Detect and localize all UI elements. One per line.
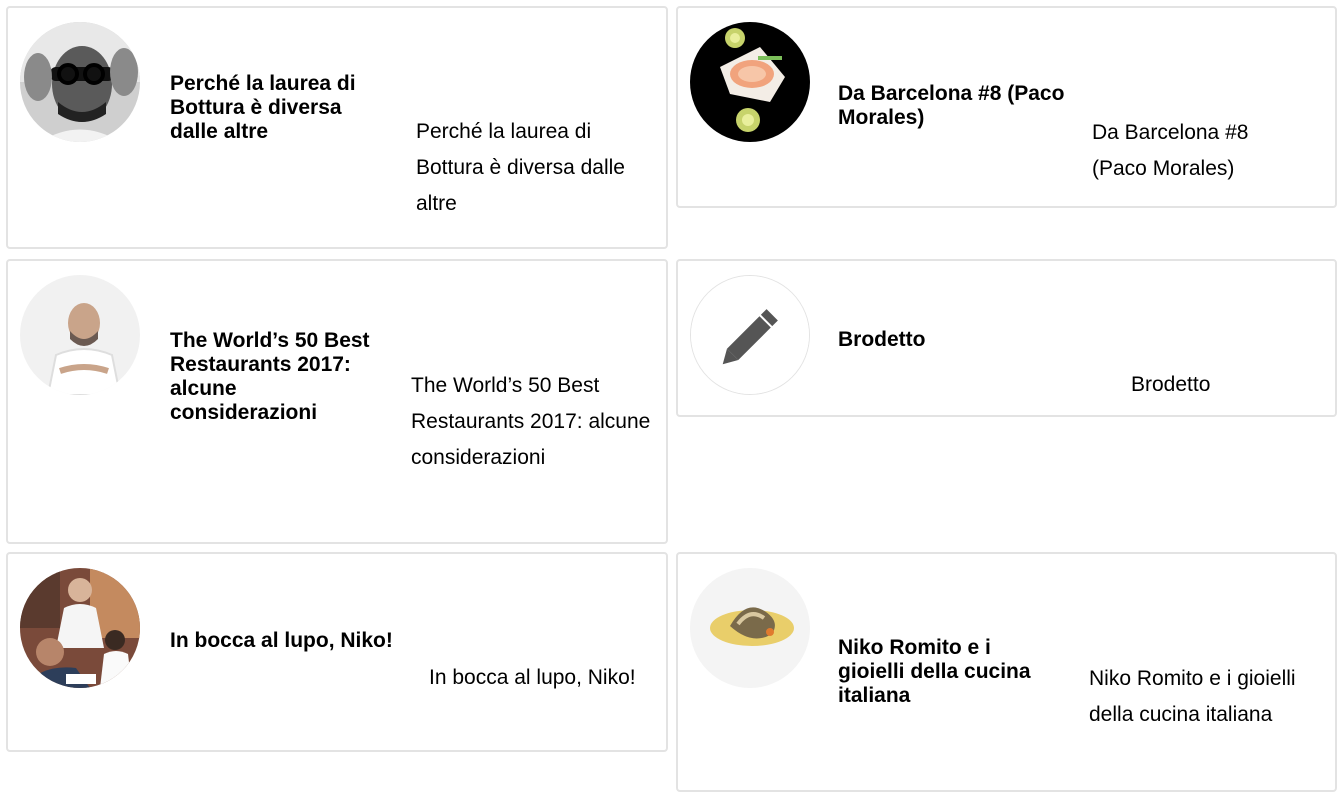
people-photo-icon	[20, 568, 140, 688]
post-card[interactable]: Brodetto Brodetto	[676, 259, 1337, 417]
post-card[interactable]: Da Barcelona #8 (Paco Morales) Da Barcel…	[676, 6, 1337, 208]
post-card[interactable]: Niko Romito e i gioielli della cucina it…	[676, 552, 1337, 792]
post-title[interactable]: The World’s 50 Best Restaurants 2017: al…	[170, 329, 370, 425]
post-excerpt: Perché la laurea di Bottura è diversa da…	[416, 120, 625, 215]
post-thumbnail[interactable]	[690, 568, 810, 688]
post-excerpt: In bocca al lupo, Niko!	[429, 666, 636, 689]
post-card[interactable]: The World’s 50 Best Restaurants 2017: al…	[6, 259, 668, 544]
post-excerpt: Da Barcelona #8 (Paco Morales)	[1092, 121, 1249, 180]
post-title[interactable]: Brodetto	[838, 328, 1058, 352]
post-card[interactable]: Perché la laurea di Bottura è diversa da…	[6, 6, 668, 249]
post-title[interactable]: In bocca al lupo, Niko!	[170, 629, 400, 653]
food-photo-icon	[690, 22, 810, 142]
post-title[interactable]: Da Barcelona #8 (Paco Morales)	[838, 82, 1068, 130]
post-thumbnail[interactable]	[690, 22, 810, 142]
portrait-photo-icon	[20, 22, 140, 142]
post-title[interactable]: Niko Romito e i gioielli della cucina it…	[838, 636, 1048, 708]
post-thumbnail[interactable]	[20, 568, 140, 688]
post-thumbnail[interactable]	[690, 275, 810, 395]
post-card[interactable]: In bocca al lupo, Niko! In bocca al lupo…	[6, 552, 668, 752]
post-excerpt: The World’s 50 Best Restaurants 2017: al…	[411, 374, 651, 469]
pencil-icon	[691, 276, 809, 394]
dish-photo-icon	[690, 568, 810, 688]
post-excerpt: Brodetto	[1131, 373, 1211, 396]
chef-photo-icon	[20, 275, 140, 395]
post-thumbnail[interactable]	[20, 22, 140, 142]
post-title[interactable]: Perché la laurea di Bottura è diversa da…	[170, 72, 390, 144]
post-excerpt: Niko Romito e i gioielli della cucina it…	[1089, 667, 1296, 726]
post-thumbnail[interactable]	[20, 275, 140, 395]
